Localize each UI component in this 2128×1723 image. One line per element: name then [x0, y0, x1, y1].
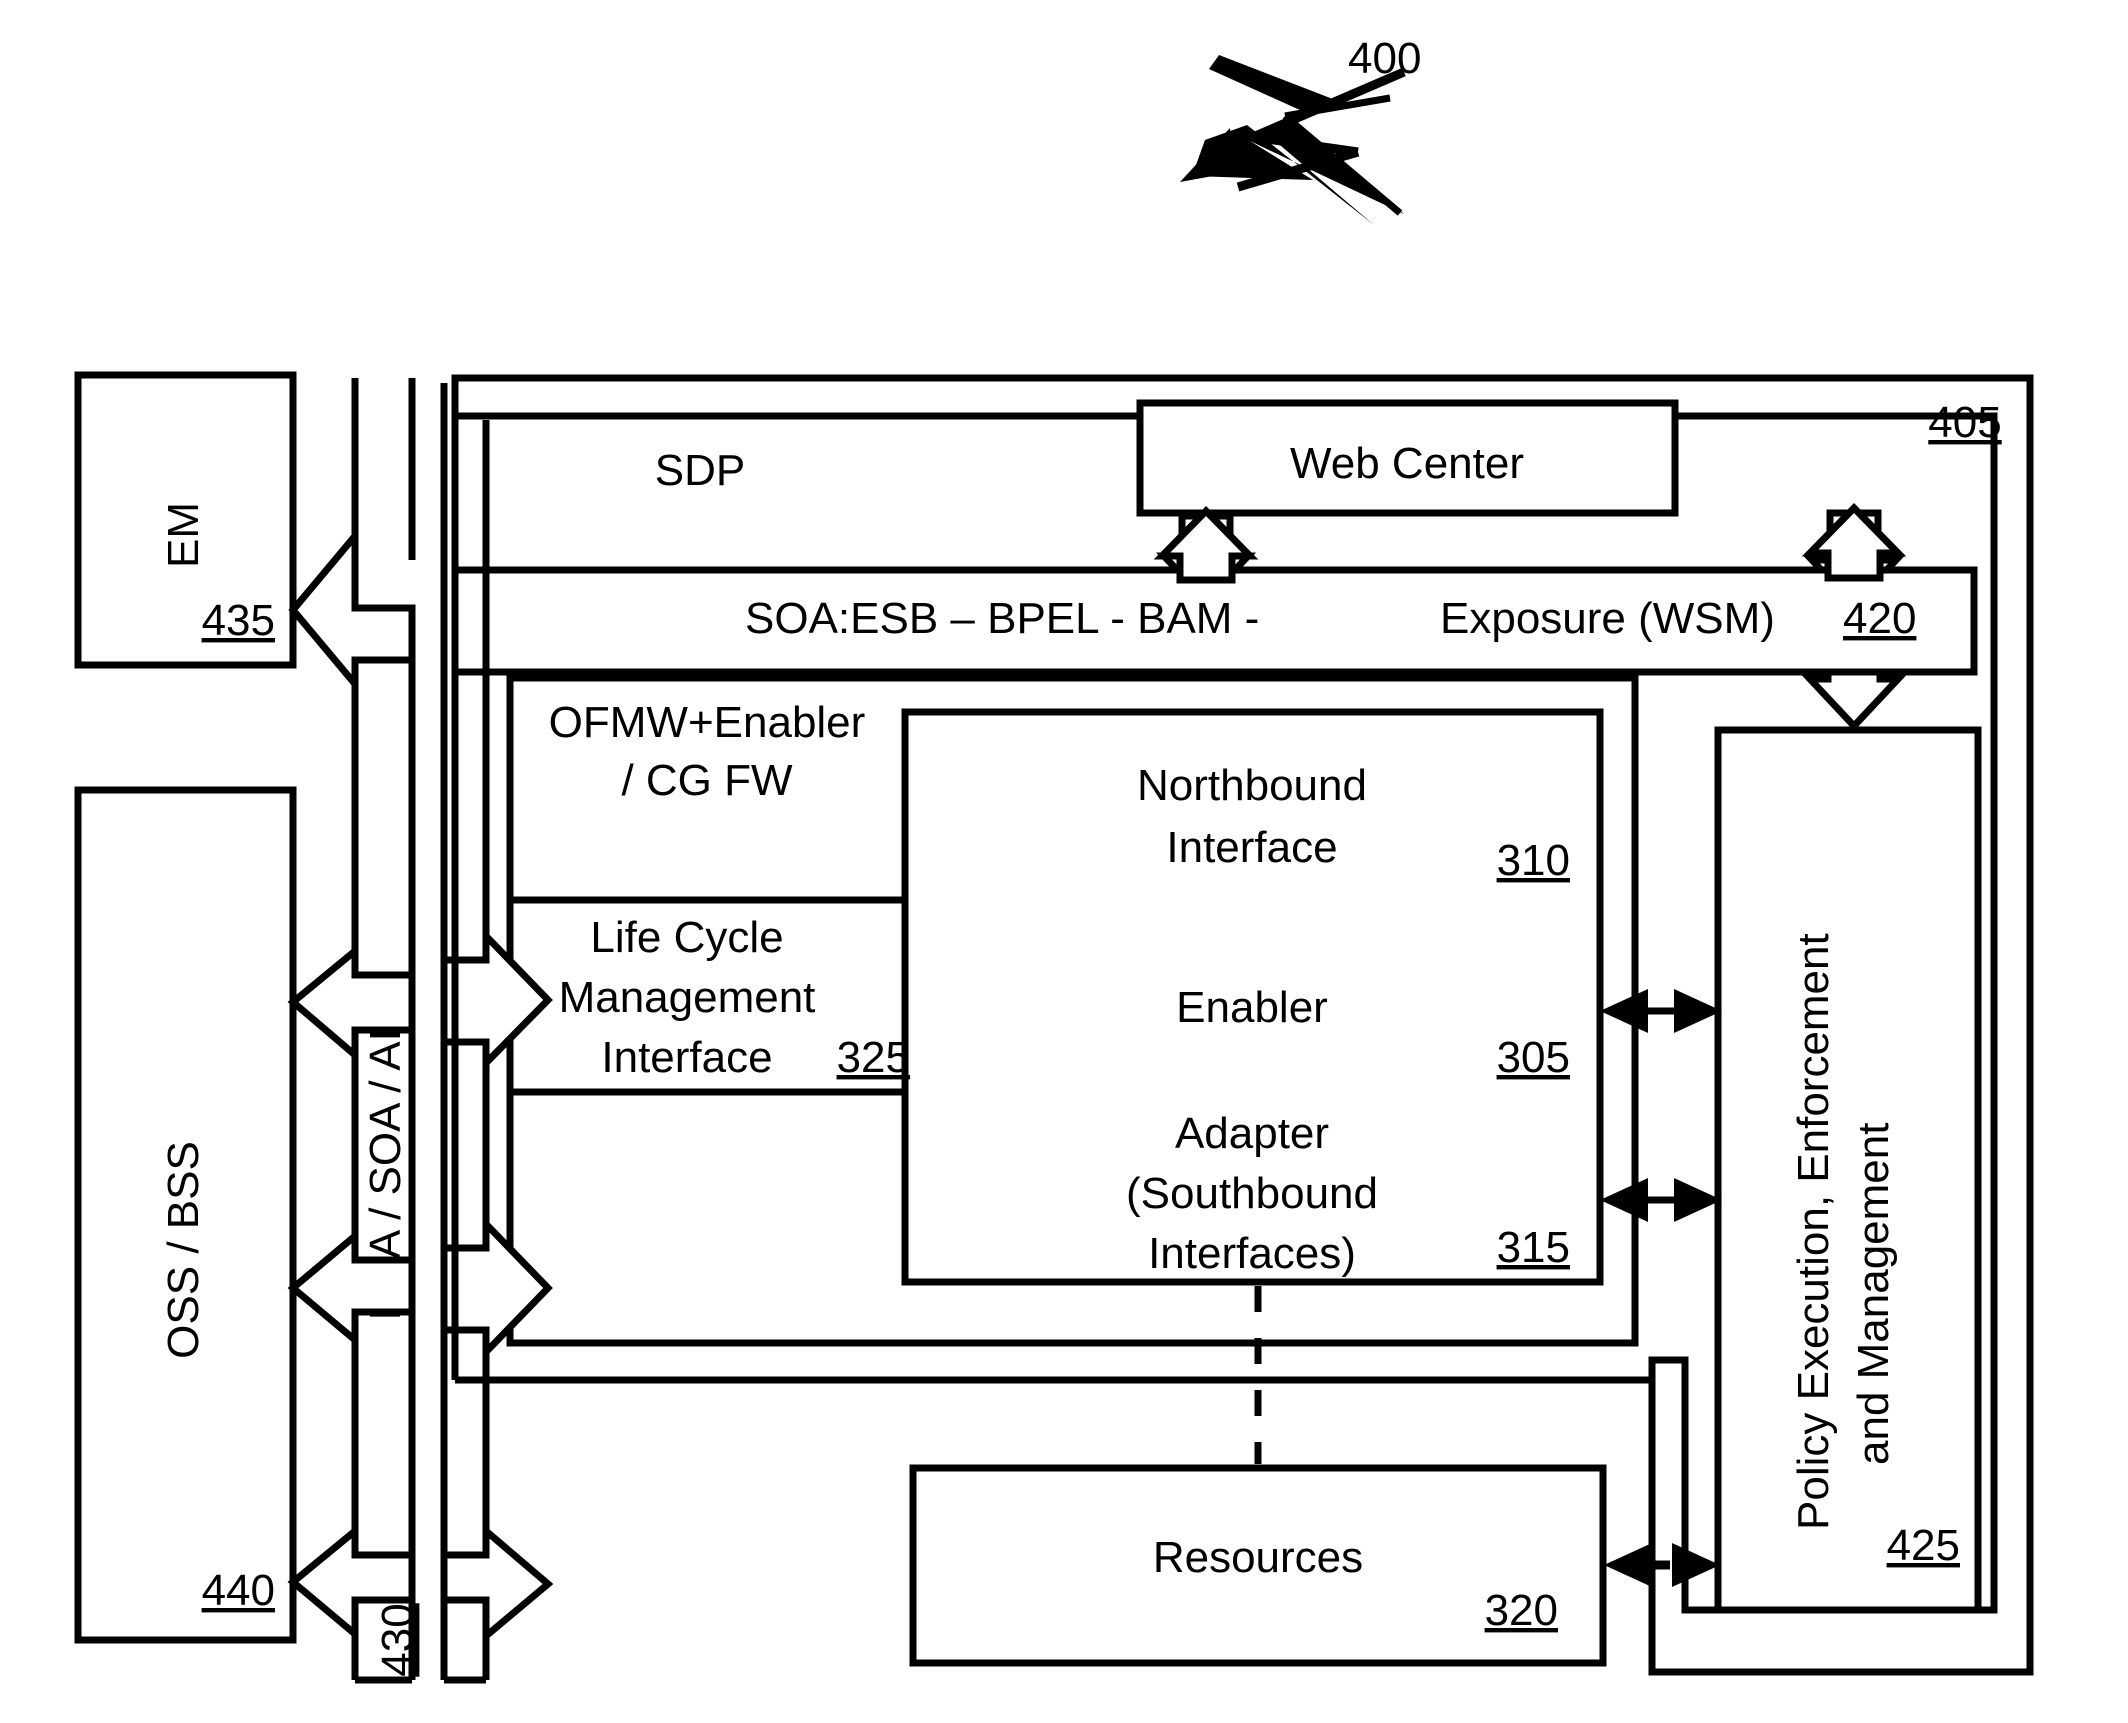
container-405-ref: 405: [1928, 398, 2001, 447]
soa-band-label-left: SOA:ESB – BPEL - BAM -: [745, 594, 1259, 643]
northbound-label-line2: Interface: [1166, 823, 1337, 872]
adapter-label-line3: Interfaces): [1148, 1229, 1356, 1278]
figure-canvas: 400 405 SDP Web Center SOA:ESB – BPEL - …: [0, 0, 2128, 1723]
figure-reference-400: 400: [1348, 34, 1421, 83]
bus-band-ref: 430: [373, 1603, 422, 1676]
em-ref: 435: [202, 596, 275, 645]
soa-band-label-right: Exposure (WSM): [1440, 594, 1775, 643]
arrow-bus-em: [288, 526, 416, 694]
oss-bss-label: OSS / BSS: [159, 1141, 208, 1359]
policy-box: [1714, 726, 1982, 1614]
policy-label-line2: and Management: [1849, 1123, 1898, 1465]
lifecycle-ref: 325: [837, 1033, 910, 1082]
lifecycle-label-line2: Management: [559, 973, 816, 1022]
enabler-ref: 305: [1497, 1033, 1570, 1082]
diagram-root: 400 405 SDP Web Center SOA:ESB – BPEL - …: [74, 34, 2034, 1684]
resources-label: Resources: [1153, 1533, 1363, 1582]
ofmw-label-line2: / CG FW: [621, 756, 793, 805]
web-center-label: Web Center: [1290, 439, 1524, 488]
soa-band-ref: 420: [1843, 594, 1916, 643]
policy-label-line1: Policy Execution, Enforcement: [1789, 933, 1838, 1530]
sdp-label: SDP: [655, 446, 745, 495]
northbound-label-line1: Northbound: [1137, 761, 1367, 810]
em-label: EM: [159, 502, 208, 568]
arrow-bus-bottom-right: [440, 1523, 554, 1644]
adapter-label-line1: Adapter: [1175, 1109, 1329, 1158]
policy-ref: 425: [1887, 1521, 1960, 1570]
ofmw-label-line1: OFMW+Enabler: [549, 698, 866, 747]
lifecycle-label-line3: Interface: [601, 1033, 772, 1082]
enabler-label: Enabler: [1176, 983, 1328, 1032]
lifecycle-label-line1: Life Cycle: [590, 913, 783, 962]
northbound-ref: 310: [1497, 836, 1570, 885]
resources-ref: 320: [1485, 1586, 1558, 1635]
arrow-soa-policy: [1801, 668, 1907, 732]
adapter-label-line2: (Southbound: [1126, 1169, 1378, 1218]
oss-bss-ref: 440: [202, 1566, 275, 1615]
adapter-ref: 315: [1497, 1223, 1570, 1272]
